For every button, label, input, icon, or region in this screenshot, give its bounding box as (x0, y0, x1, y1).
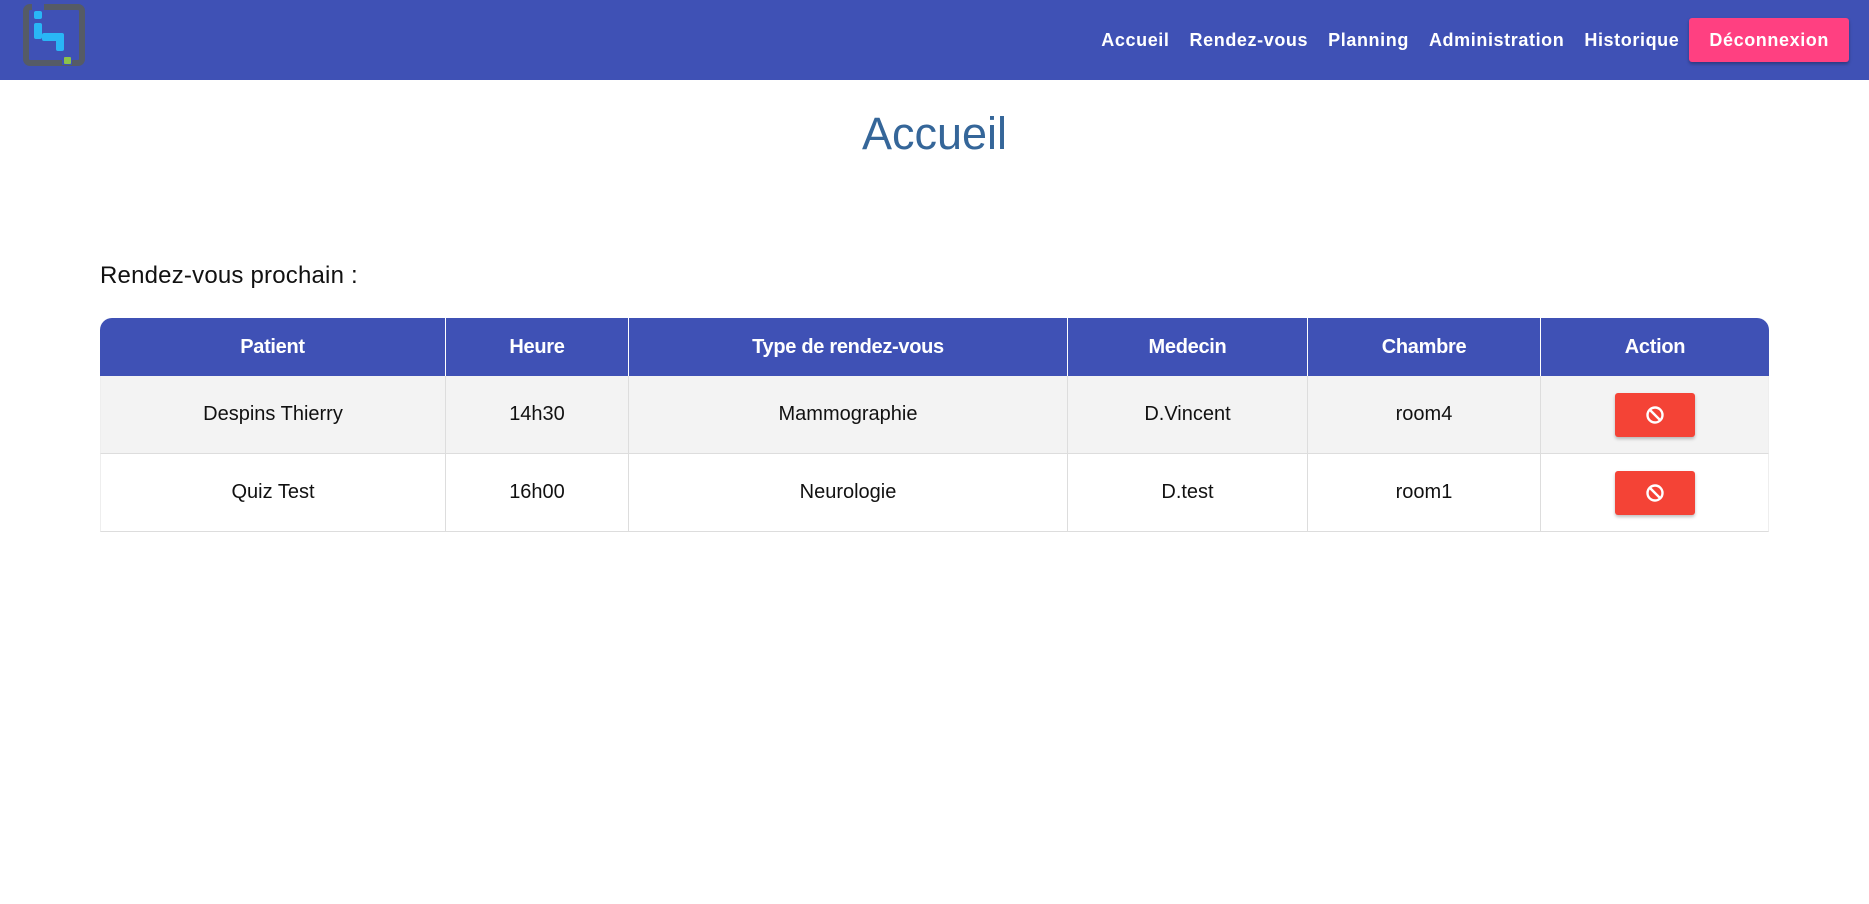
column-header-heure: Heure (446, 318, 629, 376)
nav-link-planning[interactable]: Planning (1328, 30, 1409, 51)
cell-chambre: room1 (1308, 454, 1541, 532)
cancel-appointment-button[interactable] (1614, 392, 1695, 437)
column-header-action: Action (1541, 318, 1769, 376)
cell-patient: Despins Thierry (100, 376, 446, 454)
table-header-row: Patient Heure Type de rendez-vous Medeci… (100, 318, 1769, 376)
nav-link-historique[interactable]: Historique (1584, 30, 1679, 51)
cancel-appointment-button[interactable] (1614, 470, 1695, 515)
cell-type: Neurologie (629, 454, 1068, 532)
appointments-table-container: Patient Heure Type de rendez-vous Medeci… (100, 318, 1769, 532)
cell-type: Mammographie (629, 376, 1068, 454)
table-row: Despins Thierry 14h30 Mammographie D.Vin… (100, 376, 1769, 454)
column-header-medecin: Medecin (1068, 318, 1308, 376)
table-row: Quiz Test 16h00 Neurologie D.test room1 (100, 454, 1769, 532)
cell-heure: 16h00 (446, 454, 629, 532)
cell-patient: Quiz Test (100, 454, 446, 532)
column-header-chambre: Chambre (1308, 318, 1541, 376)
cell-chambre: room4 (1308, 376, 1541, 454)
cell-medecin: D.Vincent (1068, 376, 1308, 454)
appointments-table: Patient Heure Type de rendez-vous Medeci… (100, 318, 1769, 532)
column-header-patient: Patient (100, 318, 446, 376)
column-header-type: Type de rendez-vous (629, 318, 1068, 376)
page-title: Accueil (861, 108, 1008, 159)
cell-action (1541, 376, 1769, 454)
section-title: Rendez-vous prochain : (100, 262, 358, 289)
nav-link-administration[interactable]: Administration (1429, 30, 1564, 51)
ban-icon (1645, 405, 1664, 424)
logout-button[interactable]: Déconnexion (1689, 18, 1849, 62)
cell-action (1541, 454, 1769, 532)
nav-link-rendez-vous[interactable]: Rendez-vous (1190, 30, 1309, 51)
app-logo[interactable] (22, 1, 88, 69)
top-navbar: Accueil Rendez-vous Planning Administrat… (0, 0, 1869, 80)
nav-menu: Accueil Rendez-vous Planning Administrat… (1081, 0, 1849, 80)
nav-link-accueil[interactable]: Accueil (1101, 30, 1169, 51)
ban-icon (1645, 483, 1664, 502)
cell-heure: 14h30 (446, 376, 629, 454)
cell-medecin: D.test (1068, 454, 1308, 532)
